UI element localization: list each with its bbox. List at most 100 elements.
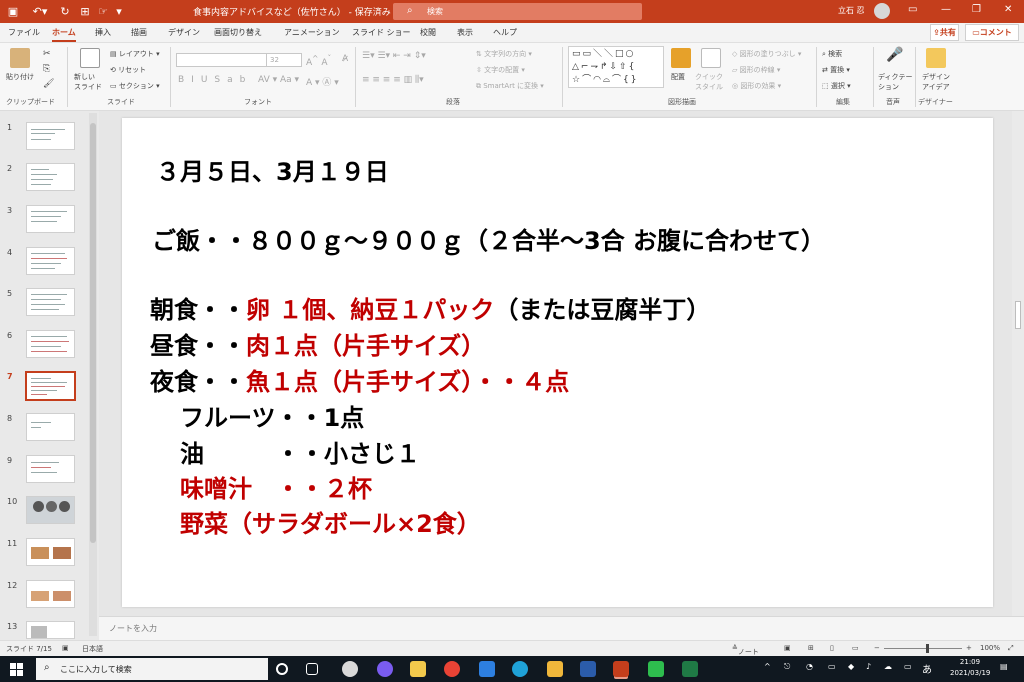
close-icon[interactable]: ✕ bbox=[1004, 4, 1012, 15]
char-spacing-icon[interactable]: AV ▾ Aa ▾ bbox=[258, 75, 299, 85]
taskbar-search[interactable]: ⌕ ここに入力して検索 bbox=[36, 658, 268, 680]
tab-animations[interactable]: アニメーション bbox=[284, 27, 340, 38]
slide-thumbnail[interactable] bbox=[26, 330, 75, 358]
slide-lunch-line[interactable]: 昼食・・肉１点（片手サイズ） bbox=[150, 326, 485, 361]
section-button[interactable]: ▭ セクション ▾ bbox=[110, 81, 160, 91]
slide-thumbnail[interactable] bbox=[26, 621, 75, 639]
zoom-level[interactable]: 100% bbox=[980, 644, 1000, 652]
tab-draw[interactable]: 描画 bbox=[131, 27, 147, 38]
battery-icon[interactable]: ▭ bbox=[828, 662, 836, 671]
align-buttons[interactable]: ≡ ≡ ≡ ≡ ▥ ⫼▾ bbox=[362, 75, 424, 85]
display-icon[interactable]: ▭ bbox=[904, 662, 912, 671]
dictate-button[interactable]: ディクテー ション bbox=[878, 72, 913, 92]
slide-thumbnail[interactable] bbox=[26, 247, 75, 275]
tab-help[interactable]: ヘルプ bbox=[493, 27, 517, 38]
zoom-in-icon[interactable]: + bbox=[966, 644, 972, 652]
fit-slide-icon[interactable]: ⤢ bbox=[1008, 644, 1014, 653]
tab-slideshow[interactable]: スライド ショー bbox=[352, 27, 411, 38]
notes-pane[interactable]: ノートを入力 bbox=[99, 616, 1024, 640]
microphone-icon[interactable]: 🎤 bbox=[886, 47, 903, 63]
thumbnail-scrollbar[interactable] bbox=[89, 113, 97, 636]
design-ideas-button[interactable]: デザイン アイデア bbox=[922, 72, 950, 92]
find-button[interactable]: ⌕ 検索 bbox=[822, 49, 842, 59]
maximize-icon[interactable]: ❐ bbox=[972, 4, 981, 15]
save-icon[interactable]: ▣ bbox=[6, 4, 20, 19]
minimize-icon[interactable]: — bbox=[941, 4, 951, 15]
layout-button[interactable]: ▤ レイアウト ▾ bbox=[110, 49, 160, 59]
task-view-icon[interactable] bbox=[306, 663, 318, 675]
slide-thumbnail[interactable] bbox=[26, 163, 75, 191]
select-button[interactable]: ⬚ 選択 ▾ bbox=[822, 81, 851, 91]
tab-file[interactable]: ファイル bbox=[8, 27, 40, 38]
align-text-button[interactable]: ⇳ 文字の配置 ▾ bbox=[476, 65, 525, 75]
shapes-gallery[interactable]: ▭▭＼＼□○ △⌐⇁↱⇩⇧{☆⌒◠⌓⌒{} bbox=[568, 46, 664, 88]
notification-icon[interactable]: ▤ bbox=[1000, 662, 1008, 671]
slide-thumbnail[interactable] bbox=[26, 205, 75, 233]
presenter-icon[interactable]: ⊞ bbox=[78, 4, 92, 19]
zoom-slider[interactable] bbox=[884, 648, 962, 649]
tab-transitions[interactable]: 画面切り替え bbox=[214, 27, 262, 38]
ime-indicator[interactable]: あ bbox=[922, 661, 932, 676]
touch-mode-icon[interactable]: ☞ bbox=[96, 4, 110, 19]
slideshow-icon[interactable]: ▭ bbox=[852, 644, 859, 652]
slide-thumbnail[interactable] bbox=[26, 288, 75, 316]
slide-sorter-icon[interactable]: ⊞ bbox=[808, 644, 814, 652]
reading-view-icon[interactable]: ▯ bbox=[830, 644, 834, 652]
slide[interactable]: ３月５日、3月１９日 ご飯・・８００ｇ～９００ｇ（２合半～3合 お腹に合わせて）… bbox=[122, 118, 993, 607]
slide-thumbnail[interactable] bbox=[26, 580, 75, 608]
avatar[interactable] bbox=[874, 3, 890, 19]
share-button[interactable]: ⇪共有 bbox=[930, 24, 959, 41]
shape-effects-button[interactable]: ◎ 図形の効果 ▾ bbox=[732, 81, 781, 91]
chrome-icon[interactable] bbox=[444, 661, 460, 677]
grow-font-icon[interactable]: A^ Aˇ bbox=[306, 54, 331, 68]
slide-rice-line[interactable]: ご飯・・８００ｇ～９００ｇ（２合半～3合 お腹に合わせて） bbox=[152, 221, 825, 256]
slide-thumbnail[interactable] bbox=[26, 496, 75, 524]
tab-view[interactable]: 表示 bbox=[457, 27, 473, 38]
excel-icon[interactable] bbox=[682, 661, 698, 677]
search-box[interactable]: ⌕ 検索 bbox=[393, 3, 642, 20]
file-explorer-icon[interactable] bbox=[547, 661, 563, 677]
sticky-notes-icon[interactable] bbox=[410, 661, 426, 677]
accessibility-icon[interactable]: ▣ bbox=[62, 644, 69, 652]
tab-home[interactable]: ホーム bbox=[52, 27, 76, 42]
cortana-icon[interactable] bbox=[276, 663, 288, 675]
alarm-clock-icon[interactable] bbox=[342, 661, 358, 677]
shape-outline-button[interactable]: ▱ 図形の枠線 ▾ bbox=[732, 65, 780, 75]
reset-button[interactable]: ⟲ リセット bbox=[110, 65, 146, 75]
line-icon[interactable] bbox=[648, 661, 664, 677]
notes-button[interactable]: ≙ ノート bbox=[732, 644, 759, 656]
powerpoint-icon[interactable] bbox=[613, 661, 629, 677]
quick-style-icon[interactable] bbox=[701, 48, 721, 68]
list-buttons[interactable]: ☰▾ ☰▾ ⇤ ⇥ ⇕▾ bbox=[362, 51, 426, 61]
dropbox-icon[interactable]: ◆ bbox=[848, 662, 854, 671]
arrange-label[interactable]: 配置 bbox=[671, 72, 685, 82]
scrollbar-thumb[interactable] bbox=[90, 123, 96, 543]
scrollbar-thumb[interactable] bbox=[1015, 301, 1021, 329]
arrange-icon[interactable] bbox=[671, 48, 691, 68]
word-icon[interactable] bbox=[580, 661, 596, 677]
slide-dinner-line[interactable]: 夜食・・魚１点（片手サイズ）・・４点 bbox=[150, 362, 569, 397]
redo-icon[interactable]: ↻ bbox=[58, 4, 72, 19]
design-ideas-icon[interactable] bbox=[926, 48, 946, 68]
tab-design[interactable]: デザイン bbox=[168, 27, 200, 38]
comment-button[interactable]: ▭コメント bbox=[965, 24, 1019, 41]
mail-icon[interactable] bbox=[479, 661, 495, 677]
zoom-out-icon[interactable]: − bbox=[874, 644, 880, 652]
slide-fruit-line[interactable]: フルーツ・・1点 bbox=[180, 398, 364, 433]
replace-button[interactable]: ⇄ 置換 ▾ bbox=[822, 65, 850, 75]
shape-fill-button[interactable]: ◇ 図形の塗りつぶし ▾ bbox=[732, 49, 801, 59]
new-slide-button[interactable]: 新しい スライド bbox=[74, 72, 102, 92]
network-icon[interactable]: ⎋ bbox=[784, 662, 790, 672]
ribbon-display-icon[interactable]: ▭ bbox=[908, 4, 917, 15]
font-name-field[interactable] bbox=[176, 53, 268, 67]
messenger-icon[interactable] bbox=[377, 661, 393, 677]
windows-start-icon[interactable] bbox=[10, 663, 23, 676]
smartart-button[interactable]: ⧉ SmartArt に変換 ▾ bbox=[476, 81, 544, 91]
paste-label[interactable]: 貼り付け bbox=[6, 72, 34, 82]
new-slide-icon[interactable] bbox=[80, 48, 100, 68]
zoom-slider-thumb[interactable] bbox=[926, 644, 929, 653]
tab-insert[interactable]: 挿入 bbox=[95, 27, 111, 38]
font-size-field[interactable]: 32 bbox=[266, 53, 302, 67]
customize-qat-icon[interactable]: ▾ bbox=[114, 4, 124, 19]
taskbar-clock[interactable]: 21:09 2021/03/19 bbox=[950, 657, 990, 679]
